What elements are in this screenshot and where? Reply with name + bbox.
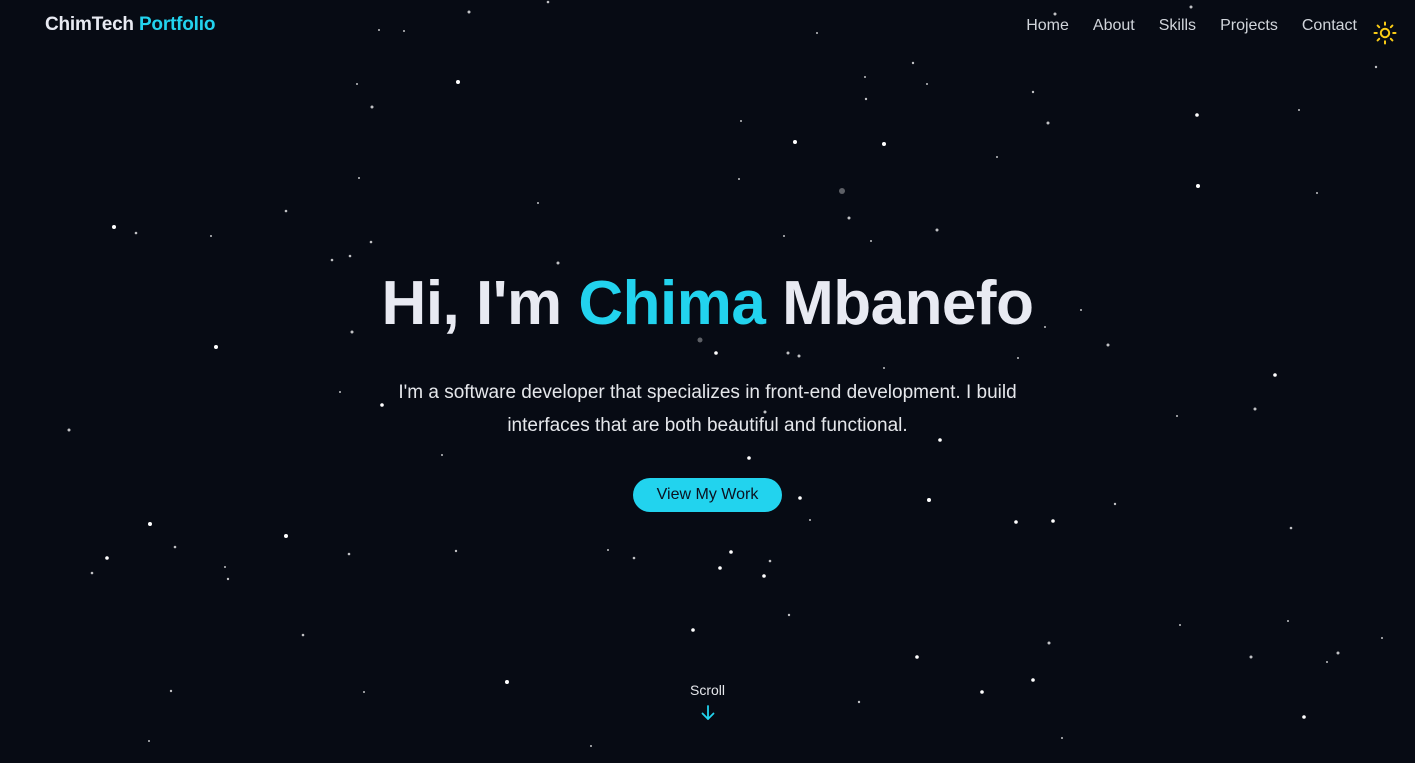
star — [996, 156, 998, 158]
star — [729, 550, 733, 554]
star — [740, 120, 742, 122]
star — [847, 216, 851, 220]
sun-icon — [1373, 21, 1397, 45]
star — [926, 83, 928, 85]
arrow-down-icon — [701, 705, 714, 720]
hero-title: Hi, I'm Chima Mbanefo — [0, 268, 1415, 340]
star — [783, 235, 785, 237]
star — [839, 188, 845, 194]
star — [112, 225, 116, 229]
star — [105, 556, 109, 560]
star — [1381, 637, 1383, 639]
star — [1249, 655, 1253, 659]
nav-links: Home About Skills Projects Contact — [1026, 17, 1357, 35]
star — [762, 574, 766, 578]
star — [882, 142, 886, 146]
hero-title-prefix: Hi, I'm — [381, 269, 563, 338]
star — [691, 628, 695, 632]
star — [301, 633, 305, 637]
star — [935, 228, 939, 232]
star — [793, 140, 797, 144]
star — [1195, 113, 1199, 117]
star — [348, 254, 352, 258]
star — [456, 80, 460, 84]
view-my-work-button[interactable]: View My Work — [632, 478, 783, 512]
nav-link-home[interactable]: Home — [1026, 17, 1069, 35]
star — [1046, 121, 1050, 125]
star — [284, 209, 288, 213]
star — [90, 571, 94, 575]
star — [224, 566, 226, 568]
star — [1326, 661, 1328, 663]
star — [1014, 520, 1018, 524]
star — [1047, 641, 1051, 645]
star — [1374, 65, 1378, 69]
star — [454, 549, 458, 553]
scroll-indicator[interactable]: Scroll — [0, 682, 1415, 722]
star — [632, 556, 636, 560]
logo[interactable]: ChimTech Portfolio — [45, 14, 215, 36]
star — [370, 105, 374, 109]
star — [1061, 737, 1063, 739]
star — [537, 202, 539, 204]
hero-section: Hi, I'm Chima Mbanefo I'm a software dev… — [0, 268, 1415, 512]
star — [1179, 624, 1181, 626]
nav-link-projects[interactable]: Projects — [1220, 17, 1278, 35]
star — [556, 261, 560, 265]
hero-title-accent: Chima — [578, 269, 766, 338]
star — [356, 83, 358, 85]
nav-link-skills[interactable]: Skills — [1159, 17, 1196, 35]
star — [768, 559, 772, 563]
star — [1031, 90, 1035, 94]
star — [864, 97, 868, 101]
star — [1051, 519, 1055, 523]
scroll-label: Scroll — [689, 682, 725, 698]
star — [718, 566, 722, 570]
star — [607, 549, 609, 551]
star — [1287, 620, 1289, 622]
logo-primary-text: ChimTech — [45, 14, 134, 35]
star — [173, 545, 177, 549]
star — [210, 235, 212, 237]
star — [787, 613, 791, 617]
star — [284, 534, 288, 538]
star — [911, 61, 915, 65]
star — [864, 76, 866, 78]
theme-toggle-button[interactable] — [1373, 21, 1397, 45]
star — [347, 552, 351, 556]
star — [148, 740, 150, 742]
star — [809, 519, 811, 521]
star — [1289, 526, 1293, 530]
hero-title-suffix: Mbanefo — [782, 269, 1034, 338]
star — [1298, 109, 1300, 111]
logo-accent-text: Portfolio — [138, 14, 216, 35]
star — [358, 177, 360, 179]
nav-link-about[interactable]: About — [1093, 17, 1135, 35]
page: ChimTech Portfolio Home About Skills Pro… — [0, 0, 1415, 763]
star — [738, 178, 740, 180]
star — [870, 240, 872, 242]
star — [330, 258, 334, 262]
star — [590, 745, 592, 747]
star — [1196, 184, 1200, 188]
star — [134, 231, 138, 235]
star — [369, 240, 373, 244]
star — [1336, 651, 1340, 655]
nav-link-contact[interactable]: Contact — [1302, 17, 1357, 35]
star — [226, 577, 230, 581]
hero-description: I'm a software developer that specialize… — [398, 382, 1017, 436]
star — [148, 522, 152, 526]
star — [1316, 192, 1318, 194]
star — [915, 655, 919, 659]
navbar: ChimTech Portfolio Home About Skills Pro… — [0, 0, 1415, 56]
